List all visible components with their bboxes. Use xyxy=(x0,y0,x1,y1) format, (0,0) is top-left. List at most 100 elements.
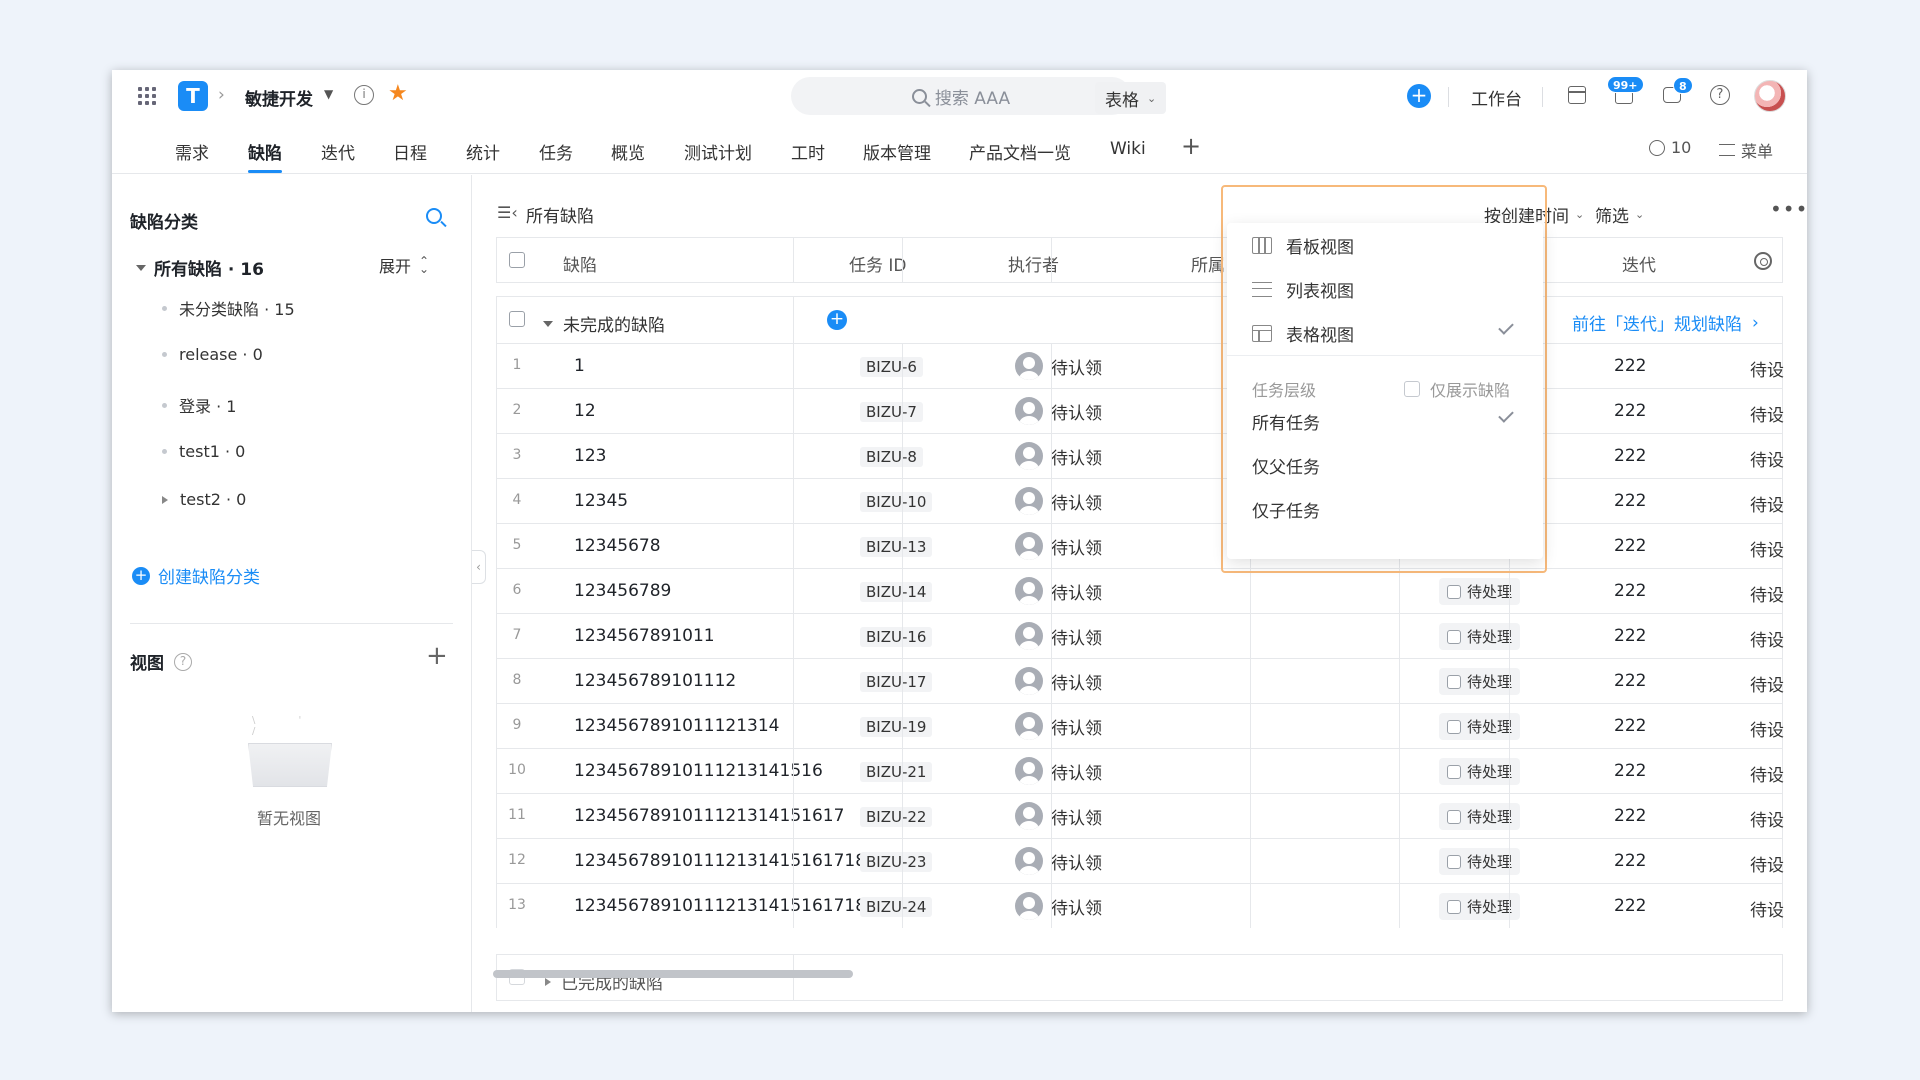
more-icon[interactable]: ••• xyxy=(1770,197,1807,221)
tab-tasks[interactable]: 任务 xyxy=(539,139,573,164)
task-id[interactable]: BIZU-17 xyxy=(860,672,933,692)
defect-title[interactable]: 1234567891011121314151617 xyxy=(574,806,844,826)
task-id[interactable]: BIZU-24 xyxy=(860,897,933,917)
assignee-cell[interactable]: 待认领 xyxy=(1015,847,1102,875)
defect-title[interactable]: 12345 xyxy=(574,491,628,511)
caret-right-icon[interactable] xyxy=(162,495,168,504)
apps-grid-icon[interactable] xyxy=(138,87,156,105)
status-badge[interactable]: 待处理 xyxy=(1439,713,1521,740)
table-row[interactable]: 8 123456789101112 BIZU-17 待认领 待处理 222 待设 xyxy=(496,658,1784,703)
project-name[interactable]: 敏捷开发 xyxy=(245,85,313,110)
menu-button[interactable]: 菜单 xyxy=(1719,138,1773,162)
status-badge[interactable]: 待处理 xyxy=(1439,668,1521,695)
defect-title[interactable]: 12345678 xyxy=(574,536,661,556)
assignee-cell[interactable]: 待认领 xyxy=(1015,352,1102,380)
iteration-value[interactable]: 222 xyxy=(1614,536,1646,556)
truncated-cell[interactable]: 待设 xyxy=(1750,671,1784,696)
tab-schedule[interactable]: 日程 xyxy=(393,139,427,164)
group-toggle[interactable]: 未完成的缺陷 xyxy=(543,311,665,336)
iteration-value[interactable]: 222 xyxy=(1614,896,1646,916)
create-category-button[interactable]: + 创建缺陷分类 xyxy=(132,563,260,588)
iteration-value[interactable]: 222 xyxy=(1614,581,1646,601)
sidebar-item-uncategorized[interactable]: 未分类缺陷 · 15 xyxy=(162,296,295,320)
assignee-cell[interactable]: 待认领 xyxy=(1015,442,1102,470)
star-icon[interactable]: ★ xyxy=(388,81,408,106)
select-all-checkbox[interactable] xyxy=(509,252,525,268)
app-logo[interactable]: T xyxy=(178,81,208,111)
tab-wiki[interactable]: Wiki xyxy=(1110,139,1146,159)
task-id[interactable]: BIZU-22 xyxy=(860,807,933,827)
tab-requirements[interactable]: 需求 xyxy=(175,139,209,164)
settings-gear-icon[interactable] xyxy=(1754,252,1772,270)
workbench-link[interactable]: 工作台 xyxy=(1471,85,1522,110)
task-id[interactable]: BIZU-23 xyxy=(860,852,933,872)
collapse-list-icon[interactable]: ☰‹ xyxy=(497,203,518,222)
defect-title[interactable]: 1 xyxy=(574,356,585,376)
members-button[interactable]: 10 xyxy=(1649,138,1691,157)
assignee-cell[interactable]: 待认领 xyxy=(1015,712,1102,740)
add-view-icon[interactable]: + xyxy=(426,641,448,671)
task-id[interactable]: BIZU-10 xyxy=(860,492,933,512)
truncated-cell[interactable]: 待设 xyxy=(1750,626,1784,651)
status-checkbox[interactable] xyxy=(1447,764,1461,779)
add-defect-button[interactable]: + xyxy=(827,310,847,330)
status-badge[interactable]: 待处理 xyxy=(1439,623,1521,650)
assignee-cell[interactable]: 待认领 xyxy=(1015,487,1102,515)
iteration-value[interactable]: 222 xyxy=(1614,806,1646,826)
iteration-value[interactable]: 222 xyxy=(1614,626,1646,646)
tab-statistics[interactable]: 统计 xyxy=(466,139,500,164)
only-defects-checkbox[interactable] xyxy=(1404,381,1420,397)
column-header-defect[interactable]: 缺陷 xyxy=(563,251,597,276)
defect-title[interactable]: 1234567891011 xyxy=(574,626,715,646)
task-id[interactable]: BIZU-14 xyxy=(860,582,933,602)
status-checkbox[interactable] xyxy=(1447,719,1461,734)
assignee-cell[interactable]: 待认领 xyxy=(1015,667,1102,695)
defect-title[interactable]: 1234567891011121314 xyxy=(574,716,780,736)
truncated-cell[interactable]: 待设 xyxy=(1750,356,1784,381)
info-icon[interactable]: i xyxy=(354,85,374,105)
task-id[interactable]: BIZU-19 xyxy=(860,717,933,737)
sidebar-item-test1[interactable]: test1 · 0 xyxy=(162,442,245,461)
iteration-value[interactable]: 222 xyxy=(1614,401,1646,421)
truncated-cell[interactable]: 待设 xyxy=(1750,536,1784,561)
iteration-value[interactable]: 222 xyxy=(1614,761,1646,781)
truncated-cell[interactable]: 待设 xyxy=(1750,401,1784,426)
status-badge[interactable]: 待处理 xyxy=(1439,803,1521,830)
status-checkbox[interactable] xyxy=(1447,629,1461,644)
iteration-value[interactable]: 222 xyxy=(1614,716,1646,736)
tab-versions[interactable]: 版本管理 xyxy=(863,139,931,164)
defect-title[interactable]: 12345678910111213141516171819 xyxy=(574,896,888,916)
task-id[interactable]: BIZU-7 xyxy=(860,402,923,422)
iteration-value[interactable]: 222 xyxy=(1614,671,1646,691)
table-row[interactable]: 13 12345678910111213141516171819 BIZU-24 待认… xyxy=(496,883,1784,928)
defect-title[interactable]: 123456789101112 xyxy=(574,671,736,691)
sidebar-item-test2[interactable]: test2 · 0 xyxy=(162,490,246,509)
table-row[interactable]: 2 12 BIZU-7 待认领 222 待设 xyxy=(496,388,1784,433)
assignee-cell[interactable]: 待认领 xyxy=(1015,802,1102,830)
horizontal-scrollbar[interactable] xyxy=(493,970,853,978)
status-checkbox[interactable] xyxy=(1447,809,1461,824)
task-id[interactable]: BIZU-13 xyxy=(860,537,933,557)
group-checkbox[interactable] xyxy=(509,311,525,327)
assignee-cell[interactable]: 待认领 xyxy=(1015,622,1102,650)
task-id[interactable]: BIZU-6 xyxy=(860,357,923,377)
status-badge[interactable]: 待处理 xyxy=(1439,758,1521,785)
iteration-value[interactable]: 222 xyxy=(1614,446,1646,466)
task-id[interactable]: BIZU-21 xyxy=(860,762,933,782)
truncated-cell[interactable]: 待设 xyxy=(1750,716,1784,741)
truncated-cell[interactable]: 待设 xyxy=(1750,851,1784,876)
tab-overview[interactable]: 概览 xyxy=(611,139,645,164)
status-checkbox[interactable] xyxy=(1447,899,1461,914)
assignee-cell[interactable]: 待认领 xyxy=(1015,892,1102,920)
caret-down-icon[interactable] xyxy=(136,264,146,271)
search-bar[interactable]: 搜索 AAA xyxy=(791,77,1131,115)
status-badge[interactable]: 待处理 xyxy=(1439,578,1521,605)
truncated-cell[interactable]: 待设 xyxy=(1750,806,1784,831)
column-header-iteration[interactable]: 迭代 xyxy=(1622,251,1656,276)
calendar-icon[interactable] xyxy=(1568,86,1586,104)
help-icon[interactable]: ? xyxy=(1710,85,1730,105)
defect-title[interactable]: 123 xyxy=(574,446,606,466)
menu-item-table-view[interactable]: 表格视图 xyxy=(1227,311,1543,355)
create-button[interactable]: + xyxy=(1407,84,1431,108)
tab-test-plan[interactable]: 测试计划 xyxy=(684,139,752,164)
